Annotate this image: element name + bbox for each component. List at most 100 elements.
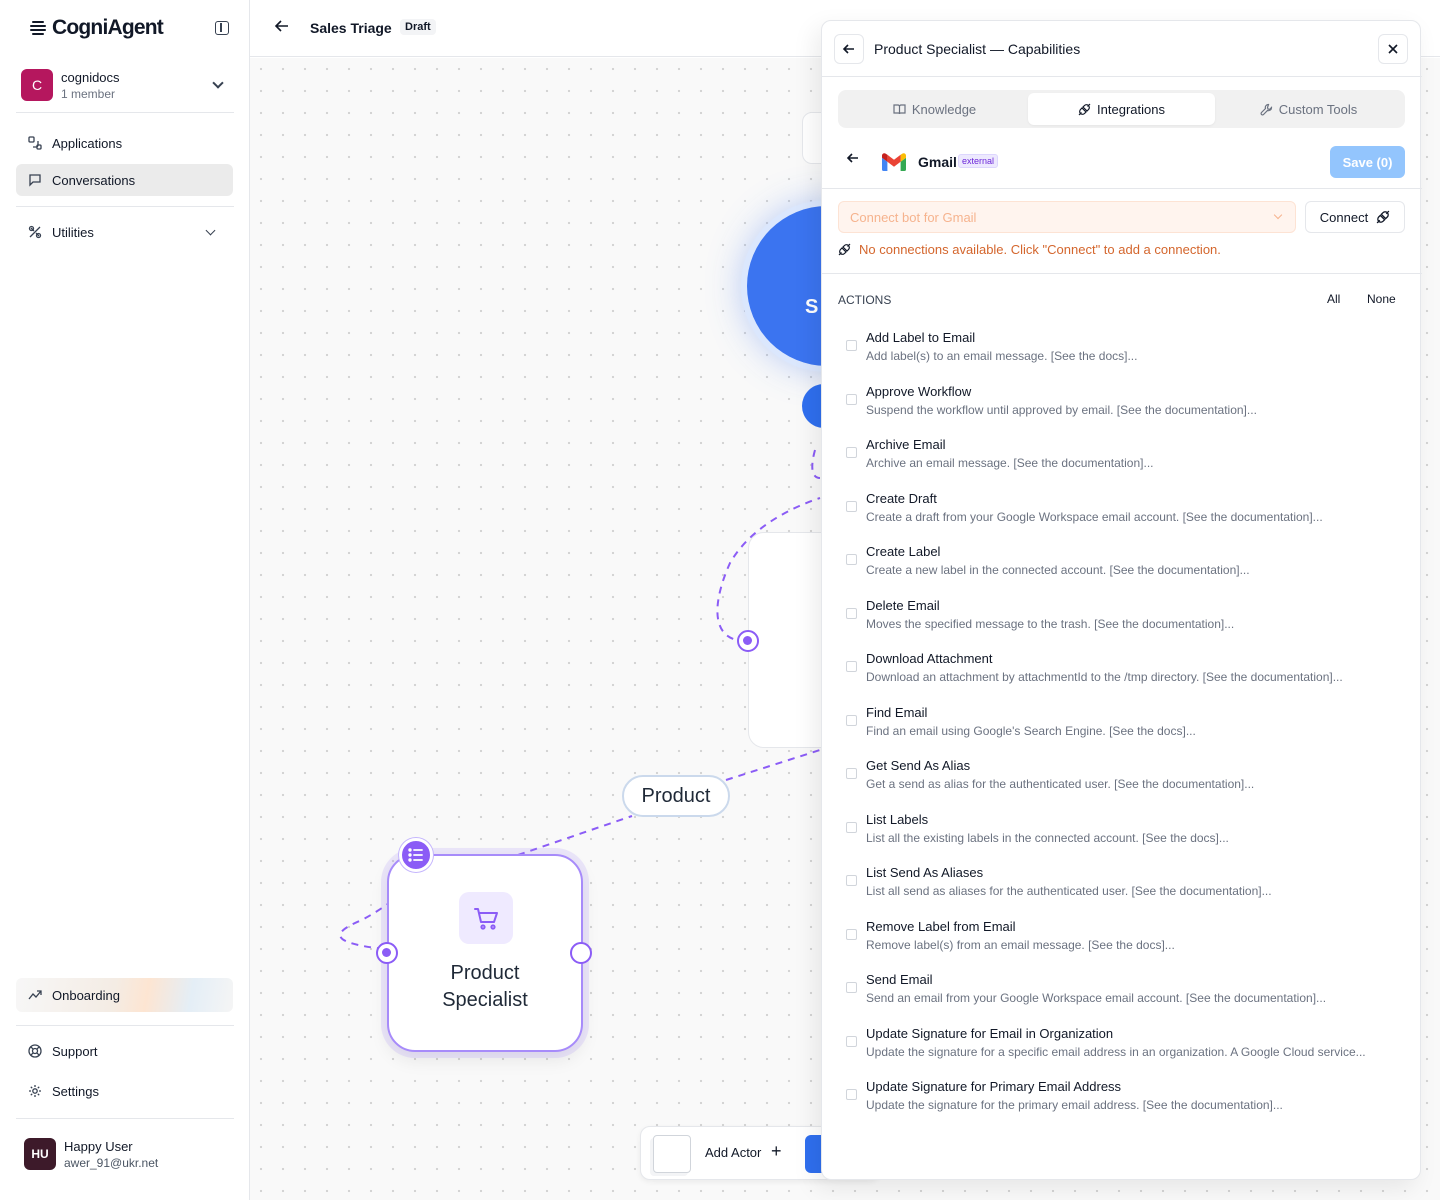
action-title: Get Send As Alias <box>866 758 971 773</box>
sidebar: CogniAgent C cognidocs 1 member Applicat… <box>0 0 250 1200</box>
trending-icon <box>28 990 42 1000</box>
nav-settings[interactable]: Settings <box>16 1075 233 1107</box>
action-checkbox[interactable] <box>846 340 857 351</box>
action-description: Find an email using Google's Search Engi… <box>866 723 1196 738</box>
action-item[interactable]: Archive Email Archive an email message. [… <box>846 437 1406 487</box>
action-description: List all the existing labels in the conn… <box>866 830 1229 845</box>
action-item[interactable]: Update Signature for Email in Organizati… <box>846 1026 1406 1076</box>
tab-integrations[interactable]: Integrations <box>1028 93 1215 125</box>
divider <box>16 1025 234 1026</box>
plus-icon[interactable]: + <box>771 1141 791 1161</box>
back-arrow-icon[interactable] <box>274 18 290 38</box>
action-checkbox[interactable] <box>846 500 857 512</box>
action-item[interactable]: Update Signature for Primary Email Addre… <box>846 1079 1406 1129</box>
connect-button-label: Connect <box>1319 209 1369 225</box>
nav-conversations[interactable]: Conversations <box>16 164 233 196</box>
router-node-input-port[interactable] <box>737 630 759 652</box>
action-checkbox[interactable] <box>846 768 857 779</box>
action-title: Create Label <box>866 544 941 559</box>
workspace-avatar: C <box>21 69 53 101</box>
document-icon[interactable] <box>653 1135 691 1173</box>
action-item[interactable]: Add Label to Email Add label(s) to an ema… <box>846 330 1406 380</box>
action-description: Add label(s) to an email message. [See t… <box>866 349 1138 363</box>
capability-tabs: Knowledge Integrations Custom Tools <box>838 90 1405 128</box>
product-specialist-node[interactable]: Product Specialist <box>387 854 583 1052</box>
connection-select[interactable]: Connect bot for Gmail <box>838 201 1296 233</box>
action-description: Remove label(s) from an email message. [… <box>866 937 1175 952</box>
action-description: Create a new label in the connected acco… <box>866 563 1250 577</box>
action-item[interactable]: Send Email Send an email from your Google… <box>846 972 1406 1022</box>
nav-utilities[interactable]: Utilities <box>16 216 233 248</box>
action-item[interactable]: List Labels List all the existing labels … <box>846 812 1406 862</box>
action-title: Download Attachment <box>866 651 993 666</box>
action-item[interactable]: Delete Email Moves the specified message … <box>846 598 1406 648</box>
action-title: List Send As Aliases <box>866 865 984 880</box>
plug-icon <box>1078 103 1091 115</box>
action-checkbox[interactable] <box>846 821 857 833</box>
user-menu[interactable]: HU Happy User awer_91@ukr.net <box>16 1130 234 1178</box>
integration-name: Gmail <box>918 154 957 170</box>
book-icon <box>893 104 906 115</box>
node-output-port[interactable] <box>570 942 592 964</box>
nav-applications[interactable]: Applications <box>16 127 233 159</box>
user-email: awer_91@ukr.net <box>64 1155 159 1170</box>
wrench-icon <box>1260 103 1272 115</box>
chevron-down-icon <box>205 225 216 236</box>
action-description: Download an attachment by attachmentId t… <box>866 670 1343 684</box>
action-item[interactable]: Find Email Find an email using Google's S… <box>846 705 1406 755</box>
edge-label[interactable]: Product <box>622 775 730 817</box>
action-description: Update the signature for a specific emai… <box>866 1044 1366 1059</box>
close-button[interactable] <box>1378 34 1408 64</box>
collapse-sidebar-icon[interactable] <box>215 21 229 35</box>
action-checkbox[interactable] <box>846 393 857 405</box>
connect-button[interactable]: Connect <box>1305 201 1405 233</box>
action-checkbox[interactable] <box>846 928 857 940</box>
save-button[interactable]: Save (0) <box>1330 146 1405 178</box>
action-item[interactable]: Approve Workflow Suspend the workflow unt… <box>846 384 1406 434</box>
workspace-name: cognidocs <box>61 69 120 85</box>
node-input-port[interactable] <box>376 942 398 964</box>
nav-support[interactable]: Support <box>16 1035 233 1067</box>
action-item[interactable]: List Send As Aliases List all send as ali… <box>846 865 1406 915</box>
arrow-left-icon[interactable] <box>846 151 860 170</box>
action-item[interactable]: Get Send As Alias Get a send as alias for… <box>846 758 1406 808</box>
action-checkbox[interactable] <box>846 1035 857 1047</box>
action-item[interactable]: Download Attachment Download an attachmen… <box>846 651 1406 701</box>
list-icon[interactable] <box>399 838 433 872</box>
tab-custom-tools[interactable]: Custom Tools <box>1215 93 1402 125</box>
action-checkbox[interactable] <box>846 661 857 672</box>
panel-title: Product Specialist — Capabilities <box>874 41 1081 57</box>
action-checkbox[interactable] <box>846 875 857 886</box>
actions-heading: ACTIONS <box>838 293 892 307</box>
applications-icon <box>28 136 42 150</box>
action-item[interactable]: Create Draft Create a draft from your Goo… <box>846 491 1406 541</box>
action-description: Get a send as alias for the authenticate… <box>866 777 1255 791</box>
tools-icon <box>28 225 42 239</box>
action-checkbox[interactable] <box>846 607 857 619</box>
app-logo: CogniAgent <box>28 14 233 42</box>
action-title: Update Signature for Primary Email Addre… <box>866 1079 1122 1094</box>
select-all-button[interactable]: All <box>1327 292 1340 306</box>
app-name: CogniAgent <box>52 16 164 39</box>
add-actor-label[interactable]: Add Actor <box>705 1145 761 1160</box>
action-checkbox[interactable] <box>846 714 857 726</box>
tab-knowledge[interactable]: Knowledge <box>841 93 1028 125</box>
onboarding-button[interactable]: Onboarding <box>16 978 233 1012</box>
action-checkbox[interactable] <box>846 554 857 565</box>
action-checkbox[interactable] <box>846 447 857 458</box>
action-checkbox[interactable] <box>846 982 857 993</box>
panel-back-button[interactable] <box>834 34 864 64</box>
workspace-switcher[interactable]: C cognidocs 1 member <box>16 62 234 108</box>
nav-support-label: Support <box>52 1043 98 1059</box>
select-none-button[interactable]: None <box>1367 292 1396 306</box>
action-item[interactable]: Create Label Create a new label in the co… <box>846 544 1406 594</box>
action-item[interactable]: Remove Label from Email Remove label(s) f… <box>846 919 1406 969</box>
connection-warning: No connections available. Click "Connect… <box>838 242 1221 257</box>
action-title: Find Email <box>866 704 928 720</box>
start-node-label: S <box>805 296 819 318</box>
action-title: Add Label to Email <box>866 330 976 345</box>
nav-settings-label: Settings <box>52 1083 99 1099</box>
action-description: Archive an email message. [See the docum… <box>866 456 1154 470</box>
action-checkbox[interactable] <box>846 1089 857 1100</box>
tab-knowledge-label: Knowledge <box>911 101 977 117</box>
